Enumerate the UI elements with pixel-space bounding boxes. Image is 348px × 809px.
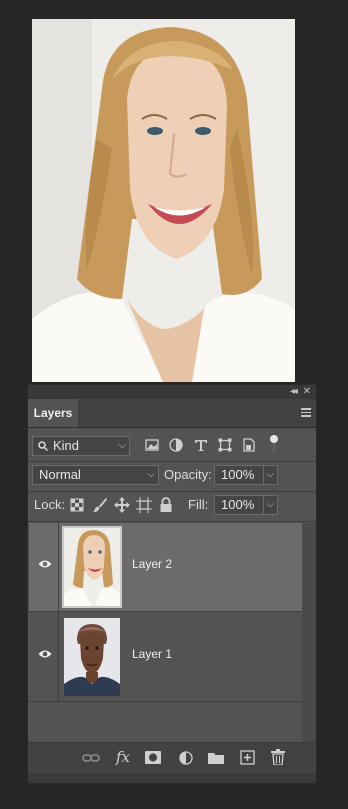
portrait-image <box>32 19 295 382</box>
fx-layer-style-icon[interactable]: fx <box>116 748 130 766</box>
panel-header: ◂◂ ✕ <box>28 385 316 399</box>
delete-layer-trash-icon[interactable] <box>271 749 285 765</box>
layer-row-layer-1[interactable]: Layer 1 <box>29 613 302 701</box>
filter-kind-label: Kind <box>53 438 80 453</box>
blend-mode-value: Normal <box>39 467 81 482</box>
filter-shape-layer-icon[interactable] <box>218 438 232 452</box>
filter-type-layer-icon[interactable] <box>194 438 208 452</box>
document-canvas[interactable] <box>32 19 295 382</box>
opacity-value: 100% <box>221 467 255 482</box>
filter-kind-dropdown[interactable]: Kind ⌵ <box>32 436 130 456</box>
lock-position-move-icon[interactable] <box>114 497 130 513</box>
opacity-label: Opacity: <box>164 467 212 482</box>
new-layer-icon[interactable] <box>240 750 255 765</box>
panel-menu-icon[interactable] <box>301 408 311 419</box>
layers-scrollbar[interactable] <box>302 523 316 745</box>
fill-value: 100% <box>221 497 255 512</box>
add-layer-mask-icon[interactable] <box>145 751 161 764</box>
eye-visibility-icon[interactable] <box>38 559 52 569</box>
filter-adjustment-layer-icon[interactable] <box>169 438 183 452</box>
link-layers-icon[interactable] <box>82 753 100 763</box>
filter-smart-object-icon[interactable] <box>242 438 256 452</box>
lock-label: Lock: <box>34 497 66 512</box>
close-panel-icon[interactable]: ✕ <box>303 385 311 399</box>
layer-thumbnail <box>62 616 122 698</box>
collapse-panel-icon[interactable]: ◂◂ <box>290 385 298 399</box>
layer-name[interactable]: Layer 1 <box>132 647 172 661</box>
filter-pixel-layer-icon[interactable] <box>145 438 159 452</box>
new-group-folder-icon[interactable] <box>208 751 224 764</box>
layer-row-layer-2[interactable]: Layer 2 <box>29 523 302 611</box>
filter-toggle-icon[interactable] <box>269 434 279 454</box>
panel-resize-footer[interactable] <box>28 773 316 783</box>
new-adjustment-layer-icon[interactable] <box>179 751 193 765</box>
fill-label: Fill: <box>188 497 209 512</box>
tab-layers[interactable]: Layers <box>28 399 78 427</box>
opacity-field[interactable]: 100% ⌵ <box>214 465 278 485</box>
panel-tab-bar: Layers <box>28 399 316 428</box>
layer-name[interactable]: Layer 2 <box>132 557 172 571</box>
search-icon <box>38 441 48 451</box>
chevron-down-icon[interactable]: ⌵ <box>263 496 274 514</box>
lock-artboard-icon[interactable] <box>136 497 152 513</box>
lock-image-pixels-brush-icon[interactable] <box>92 497 108 513</box>
eye-visibility-icon[interactable] <box>38 649 52 659</box>
blend-mode-dropdown[interactable]: Normal ⌵ <box>32 465 159 485</box>
fill-field[interactable]: 100% ⌵ <box>214 495 278 515</box>
chevron-down-icon: ⌵ <box>118 440 126 451</box>
lock-transparent-pixels-icon[interactable] <box>70 498 84 512</box>
lock-all-padlock-icon[interactable] <box>159 497 173 513</box>
layer-thumbnail <box>62 526 122 608</box>
layers-panel: ◂◂ ✕ Layers Kind ⌵ Normal ⌵ Opacity: 100… <box>27 384 317 784</box>
chevron-down-icon: ⌵ <box>147 469 155 480</box>
layers-bottom-toolbar: fx <box>28 742 316 773</box>
chevron-down-icon[interactable]: ⌵ <box>263 466 274 484</box>
